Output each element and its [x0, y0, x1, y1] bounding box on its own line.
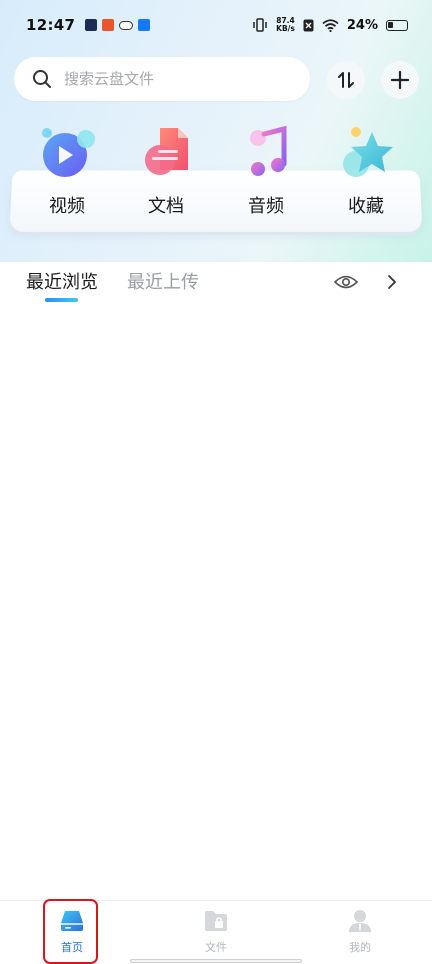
app-badge-icon [102, 19, 115, 31]
tab-recent-view[interactable]: 最近浏览 [26, 268, 98, 294]
nav-profile[interactable]: 我的 [320, 909, 400, 955]
nav-files[interactable]: 文件 [176, 909, 256, 955]
category-video[interactable]: 视频 [27, 124, 107, 218]
battery-icon [386, 19, 408, 31]
battery-percent: 24% [346, 17, 378, 33]
wifi-icon [322, 18, 339, 32]
link-app-icon [119, 20, 134, 30]
status-time: 12:47 [26, 16, 76, 34]
plus-icon [390, 70, 410, 90]
star-icon [343, 127, 393, 177]
tab-recent-upload[interactable]: 最近上传 [127, 268, 199, 294]
video-icon [42, 128, 95, 177]
highlight-box [43, 899, 98, 964]
category-audio[interactable]: 音频 [226, 124, 306, 218]
category-favorites[interactable]: 收藏 [326, 124, 406, 218]
folder-lock-icon [205, 911, 227, 931]
eye-icon[interactable] [334, 273, 358, 291]
notification-icons [85, 19, 151, 31]
play-app-icon [85, 19, 98, 31]
alipay-icon [138, 19, 151, 31]
search-bar[interactable] [14, 57, 310, 101]
document-icon [145, 128, 188, 175]
category-document[interactable]: 文档 [126, 124, 206, 218]
network-speed: 87.4 KB/s [276, 16, 295, 33]
active-tab-indicator [45, 298, 78, 302]
sim-off-icon [303, 19, 314, 31]
music-icon [250, 125, 287, 176]
recent-tabs: 最近浏览 最近上传 [26, 268, 432, 308]
chevron-right-icon[interactable] [386, 274, 398, 290]
transfer-arrows-icon [338, 72, 354, 88]
nav-files-label: 文件 [205, 941, 227, 954]
category-favorites-label: 收藏 [348, 196, 384, 217]
search-icon [33, 70, 51, 88]
transfer-button[interactable] [327, 61, 365, 99]
nav-profile-label: 我的 [349, 941, 371, 954]
search-input[interactable] [64, 70, 284, 88]
vibrate-icon [253, 18, 267, 32]
category-audio-label: 音频 [248, 196, 284, 217]
add-button[interactable] [381, 61, 419, 99]
category-document-label: 文档 [148, 196, 184, 217]
category-video-label: 视频 [49, 196, 85, 217]
home-indicator [130, 959, 302, 963]
profile-icon [349, 910, 371, 932]
status-bar: 12:47 87.4 KB/s 24% [0, 0, 432, 50]
